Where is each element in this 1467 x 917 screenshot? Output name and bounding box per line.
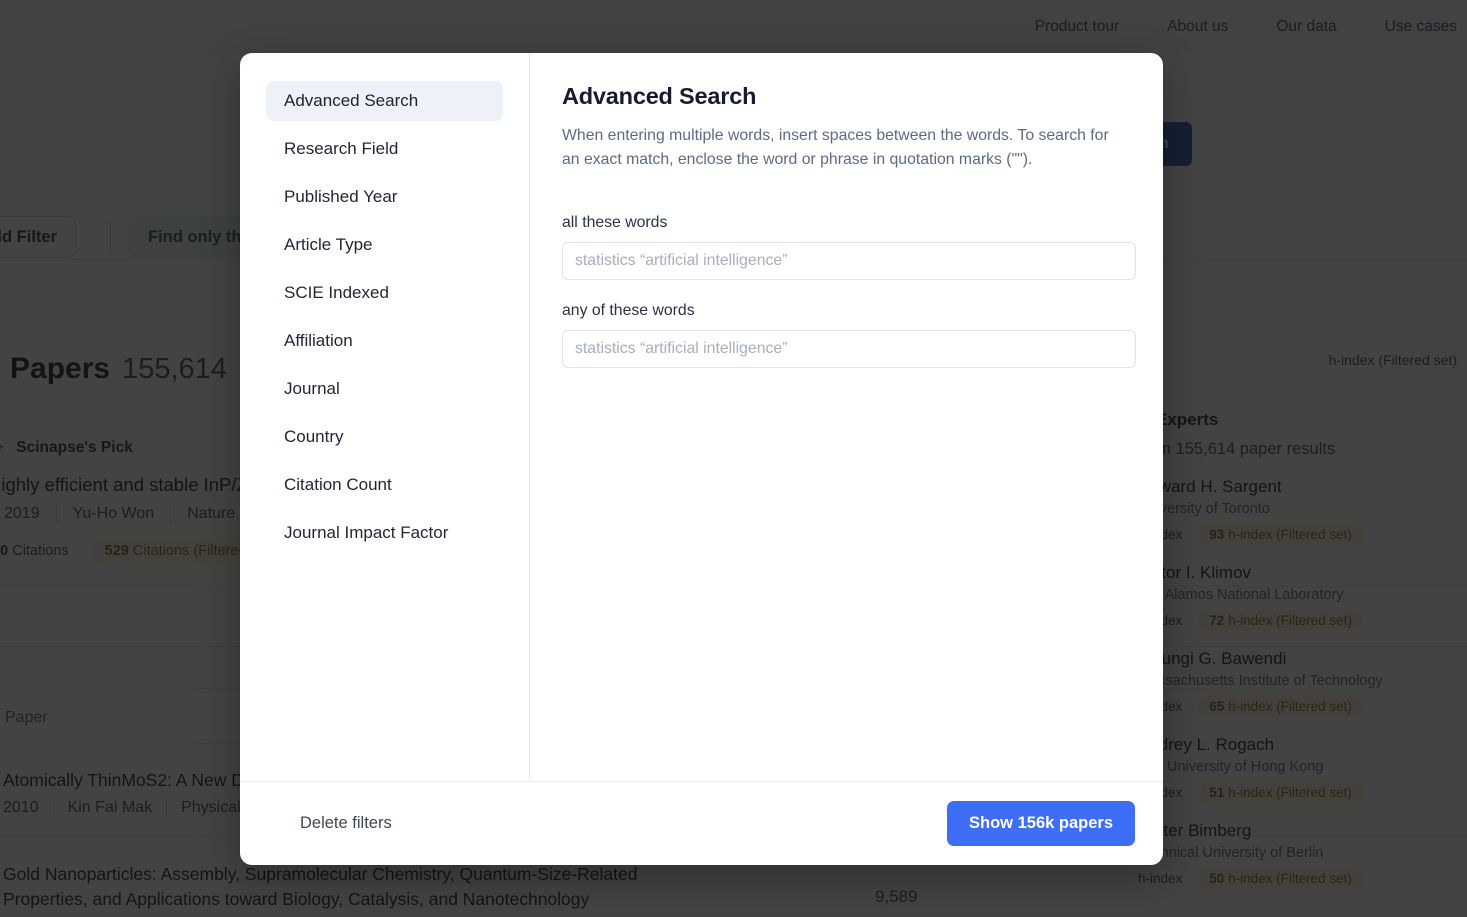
sidebar-item-journal-impact-factor[interactable]: Journal Impact Factor (266, 513, 503, 553)
any-of-these-words-input[interactable] (562, 330, 1136, 368)
app-root: Product tour About us Our data Use cases… (0, 0, 1467, 917)
modal-sidebar: Advanced Search Research Field Published… (240, 53, 530, 781)
sidebar-item-article-type[interactable]: Article Type (266, 225, 503, 265)
advanced-search-modal: Advanced Search Research Field Published… (240, 53, 1163, 865)
sidebar-item-advanced-search[interactable]: Advanced Search (266, 81, 503, 121)
modal-body: Advanced Search Research Field Published… (240, 53, 1163, 781)
sidebar-item-country[interactable]: Country (266, 417, 503, 457)
page-description: When entering multiple words, insert spa… (562, 124, 1122, 172)
show-papers-button[interactable]: Show 156k papers (947, 801, 1135, 846)
sidebar-item-published-year[interactable]: Published Year (266, 177, 503, 217)
field-any-of-these-words: any of these words (562, 302, 1131, 368)
field-all-these-words: all these words (562, 214, 1131, 280)
delete-filters-button[interactable]: Delete filters (300, 814, 392, 833)
field-label: any of these words (562, 302, 1131, 320)
all-these-words-input[interactable] (562, 242, 1136, 280)
modal-footer: Delete filters Show 156k papers (240, 781, 1163, 865)
modal-content: Advanced Search When entering multiple w… (530, 53, 1163, 781)
sidebar-item-affiliation[interactable]: Affiliation (266, 321, 503, 361)
sidebar-item-research-field[interactable]: Research Field (266, 129, 503, 169)
sidebar-item-citation-count[interactable]: Citation Count (266, 465, 503, 505)
sidebar-item-journal[interactable]: Journal (266, 369, 503, 409)
sidebar-item-scie-indexed[interactable]: SCIE Indexed (266, 273, 503, 313)
page-title: Advanced Search (562, 83, 1131, 110)
field-label: all these words (562, 214, 1131, 232)
